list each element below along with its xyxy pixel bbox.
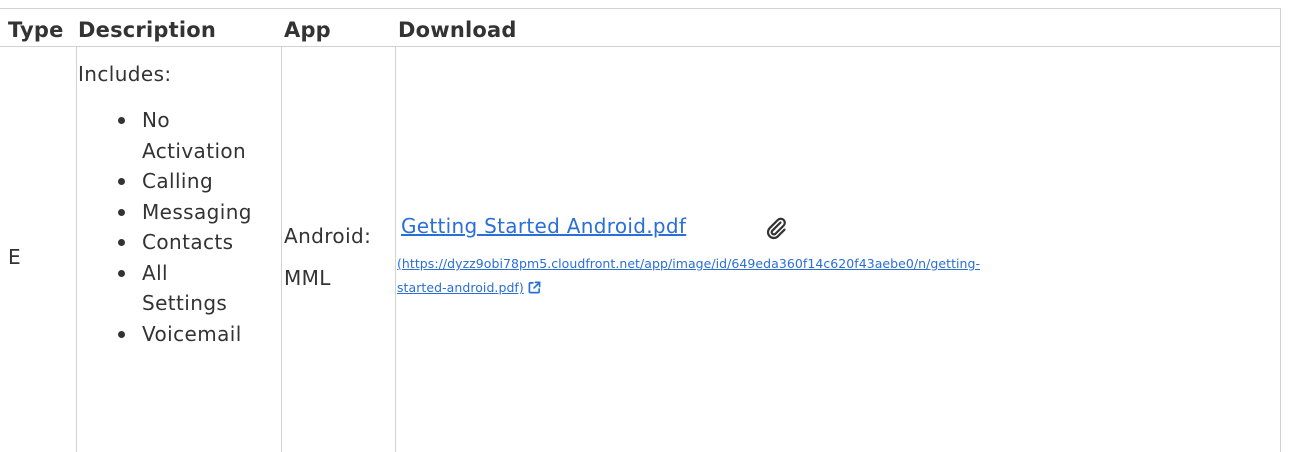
column-divider-2 [281, 46, 282, 452]
column-divider-3 [395, 46, 396, 452]
bullet-icon [118, 208, 125, 216]
table-top-border [0, 8, 1281, 9]
bullet-icon [118, 269, 125, 277]
header-app: App [284, 18, 331, 42]
paperclip-icon [766, 217, 786, 240]
app-name: MML [284, 266, 331, 290]
type-cell: E [8, 245, 22, 269]
header-bottom-border [0, 46, 1281, 47]
bullet-icon [118, 239, 125, 246]
description-intro: Includes: [78, 62, 172, 86]
list-item: Calling [84, 166, 252, 197]
getting-started-pdf-link[interactable]: Getting Started Android.pdf [401, 214, 686, 238]
pdf-url-link[interactable]: (https://dyzz9obi78pm5.cloudfront.net/ap… [397, 252, 1281, 300]
bullet-icon [118, 330, 125, 338]
list-item: All Settings [84, 258, 252, 319]
list-item: No Activation [84, 105, 252, 166]
list-item: Contacts [84, 227, 252, 258]
column-divider-1 [76, 46, 77, 452]
header-description: Description [78, 18, 217, 42]
external-link-icon [528, 281, 541, 294]
bullet-icon [118, 117, 125, 124]
table-right-border [1280, 8, 1281, 452]
list-item: Messaging [84, 197, 252, 228]
bullet-icon [118, 178, 125, 185]
feature-list: No Activation Calling Messaging Contacts… [84, 105, 252, 349]
list-item: Voicemail [84, 319, 252, 350]
header-download: Download [398, 18, 517, 42]
header-type: Type [8, 18, 64, 42]
app-platform: Android: [284, 224, 372, 248]
